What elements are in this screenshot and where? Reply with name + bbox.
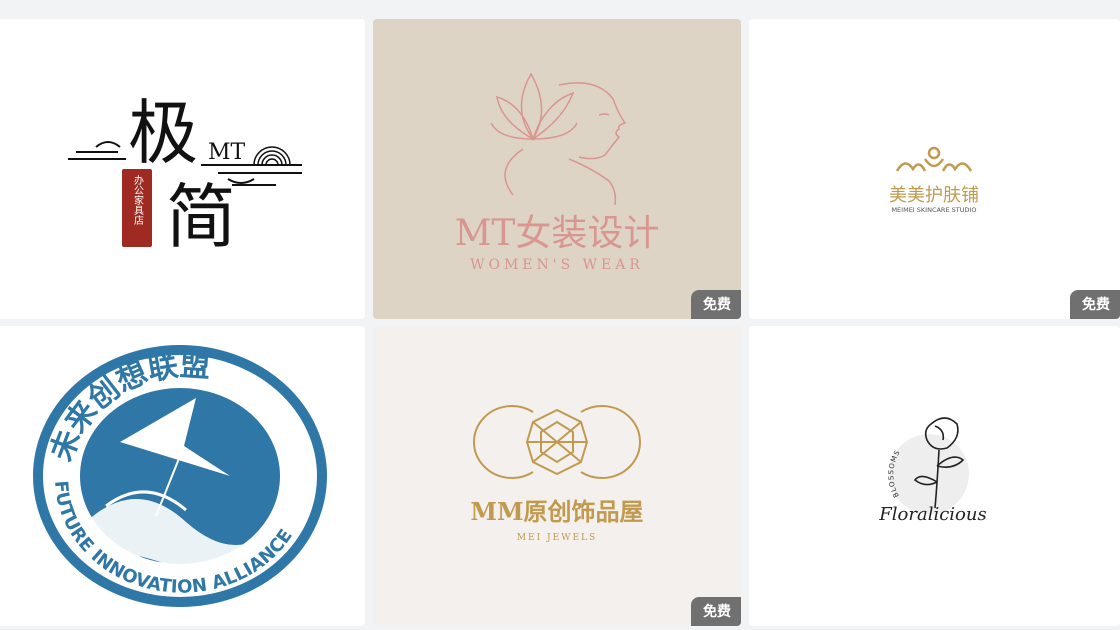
free-badge: 免费 xyxy=(1070,290,1120,319)
jijian-char-2: 简 xyxy=(166,176,236,258)
template-card-future[interactable]: 未来创想联盟 FUTURE INNOVATION ALLIANCE xyxy=(0,326,365,626)
jijian-mark: MT xyxy=(208,140,246,165)
mm-jewels-title: MM原创饰品屋 xyxy=(470,497,643,526)
mm-jewels-subtitle: MEI JEWELS xyxy=(517,533,597,543)
future-logo: 未来创想联盟 FUTURE INNOVATION ALLIANCE xyxy=(33,345,327,607)
free-badge: 免费 xyxy=(691,597,741,626)
template-card-meimei[interactable]: 美美护肤铺 MEIMEI SKINCARE STUDIO 免费 xyxy=(749,19,1120,319)
floralicious-logo: BLOSSOMS Floralicious xyxy=(878,417,987,525)
jijian-char-1: 极 xyxy=(128,92,198,174)
free-badge: 免费 xyxy=(691,290,741,319)
mm-jewels-logo: MM原创饰品屋 MEI JEWELS xyxy=(470,405,644,543)
template-card-jijian[interactable]: 极 简 MT 办公家具店 xyxy=(0,19,365,319)
template-grid: 极 简 MT 办公家具店 MT女装设计 WOMEN'S WEAR 免费 美美护肤… xyxy=(0,0,1120,630)
meimei-subtitle: MEIMEI SKINCARE STUDIO xyxy=(891,206,976,214)
meimei-logo: 美美护肤铺 MEIMEI SKINCARE STUDIO xyxy=(889,146,979,214)
floralicious-title: Floralicious xyxy=(878,504,986,525)
template-card-mt-womens[interactable]: MT女装设计 WOMEN'S WEAR 免费 xyxy=(373,19,741,319)
mt-womens-logo: MT女装设计 WOMEN'S WEAR xyxy=(455,72,660,273)
jijian-logo: 极 简 MT 办公家具店 xyxy=(68,92,302,258)
template-card-floralicious[interactable]: BLOSSOMS Floralicious xyxy=(749,326,1120,626)
mt-womens-title: MT女装设计 xyxy=(455,213,660,254)
jijian-seal-text: 办公家具店 xyxy=(132,174,144,226)
mt-womens-subtitle: WOMEN'S WEAR xyxy=(470,257,644,273)
meimei-title: 美美护肤铺 xyxy=(889,185,979,206)
template-card-mm-jewels[interactable]: MM原创饰品屋 MEI JEWELS 免费 xyxy=(373,326,741,626)
